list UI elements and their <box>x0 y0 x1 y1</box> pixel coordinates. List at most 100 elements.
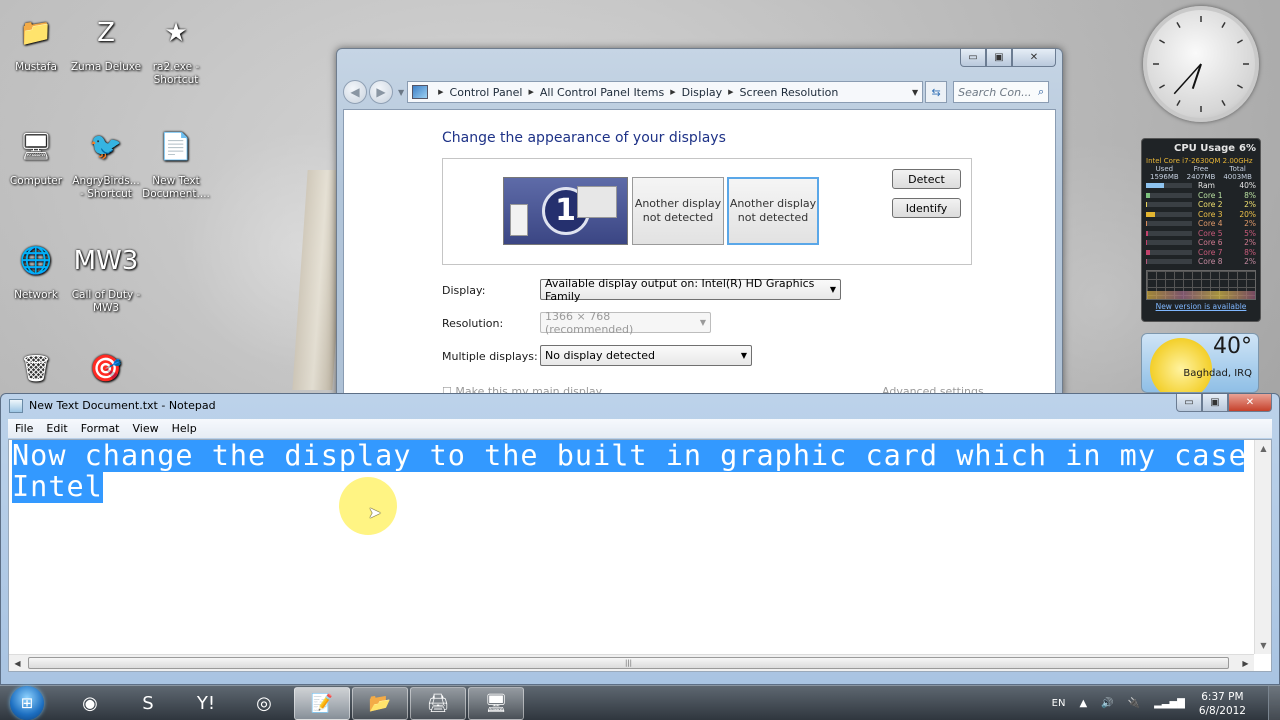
desktop-icon-label: Network <box>14 289 58 301</box>
cpu-row-value: 2% <box>1244 200 1256 210</box>
language-indicator[interactable]: EN <box>1052 698 1066 709</box>
address-bar[interactable]: ▶ Control Panel ▶ All Control Panel Item… <box>407 81 924 103</box>
horizontal-scroll-thumb[interactable]: ||| <box>28 657 1229 669</box>
resolution-select[interactable]: 1366 × 768 (recommended) ▼ <box>540 310 711 336</box>
clock-tick <box>1221 22 1226 29</box>
scroll-down-icon[interactable]: ▼ <box>1255 637 1272 654</box>
taskbar-button[interactable]: S <box>120 687 176 720</box>
breadcrumb-control-panel[interactable]: Control Panel <box>450 86 523 99</box>
taskbar-button[interactable]: Y! <box>178 687 234 720</box>
display-select-value: Available display output on: Intel(R) HD… <box>545 276 815 303</box>
desktop-icon[interactable]: 🐦 AngryBirds... - Shortcut <box>70 122 142 201</box>
maximize-button[interactable]: ▣ <box>986 49 1012 67</box>
taskbar-button[interactable]: 🖨 <box>410 686 466 720</box>
control-panel-icon <box>412 85 429 99</box>
cpu-usage-gadget[interactable]: CPU Usage 6% Intel Core i7-2630QM 2.00GH… <box>1141 138 1261 322</box>
cpu-row: Core 2 2% <box>1146 200 1256 210</box>
back-button[interactable]: ◀ <box>343 80 367 104</box>
cpu-row: Core 8 2% <box>1146 257 1256 267</box>
cpu-row-value: 2% <box>1244 257 1256 267</box>
desktop-icon[interactable]: Z Zuma Deluxe <box>70 8 142 74</box>
network-icon: 🌐 <box>19 245 53 276</box>
desktop-icon[interactable]: 🎯 <box>70 344 142 397</box>
forward-button[interactable]: ▶ <box>369 80 393 104</box>
taskbar-button[interactable]: ◉ <box>62 687 118 720</box>
address-dropdown-icon[interactable]: ▼ <box>912 88 918 97</box>
weather-temperature: 40° <box>1213 334 1252 359</box>
display-select[interactable]: Available display output on: Intel(R) HD… <box>540 276 841 303</box>
vertical-scrollbar[interactable]: ▲ ▼ <box>1254 440 1271 654</box>
taskbar-button[interactable]: ◎ <box>236 687 292 720</box>
volume-icon[interactable]: 🔊 <box>1101 698 1113 709</box>
monitor-arrangement: 1 Another display not detected Another d… <box>442 158 972 265</box>
notepad-titlebar[interactable]: New Text Document.txt - Notepad <box>1 394 1279 417</box>
detect-button[interactable]: Detect <box>892 169 961 189</box>
horizontal-scrollbar[interactable]: ◀ ||| ▶ <box>9 654 1254 671</box>
menu-help[interactable]: Help <box>165 422 203 435</box>
menu-file[interactable]: File <box>8 422 39 435</box>
weather-location: Baghdad, IRQ <box>1183 368 1252 379</box>
scroll-up-icon[interactable]: ▲ <box>1255 440 1272 457</box>
desktop-icon[interactable]: 🌐 Network <box>0 236 72 302</box>
breadcrumb-separator: ▶ <box>528 88 534 96</box>
usage-bar-fill <box>1146 202 1148 208</box>
weather-gadget[interactable]: 40° Baghdad, IRQ <box>1141 333 1259 393</box>
usage-bar <box>1146 240 1192 246</box>
desktop-icon[interactable]: 🗑 <box>0 344 72 397</box>
minimize-button[interactable]: ▭ <box>960 49 986 67</box>
new-version-link[interactable]: New version is available <box>1146 302 1256 311</box>
recent-pages-dropdown[interactable]: ▼ <box>398 88 404 97</box>
breadcrumb-all-items[interactable]: All Control Panel Items <box>540 86 664 99</box>
desktop-icon[interactable]: MW3 Call of Duty - MW3 <box>70 236 142 315</box>
notepad-content[interactable]: Now change the display to the built in g… <box>12 440 1244 658</box>
show-desktop-button[interactable] <box>1268 686 1280 720</box>
search-input[interactable]: Search Con... ⌕ <box>953 81 1050 103</box>
taskbar-button[interactable]: 📝 <box>294 686 350 720</box>
cpu-title: CPU Usage <box>1174 143 1236 154</box>
taskbar-button[interactable]: 📂 <box>352 686 408 720</box>
clock-gadget[interactable] <box>1143 6 1259 122</box>
breadcrumb-display[interactable]: Display <box>682 86 723 99</box>
usage-bar <box>1146 192 1192 198</box>
scroll-right-icon[interactable]: ▶ <box>1237 655 1254 671</box>
scroll-left-icon[interactable]: ◀ <box>9 655 26 671</box>
monitor-3[interactable]: Another display not detected <box>727 177 819 245</box>
power-icon[interactable]: 🔌 <box>1128 698 1140 709</box>
search-icon[interactable]: ⌕ <box>1038 85 1044 99</box>
menu-edit[interactable]: Edit <box>39 422 73 435</box>
usage-bar-fill <box>1146 240 1148 246</box>
taskbar-time: 6:37 PM <box>1201 690 1244 703</box>
breadcrumb-screen-resolution[interactable]: Screen Resolution <box>740 86 839 99</box>
show-hidden-icons-icon[interactable]: ▲ <box>1079 698 1087 709</box>
desktop-icon-label: Zuma Deluxe <box>70 61 142 73</box>
resolution-label: Resolution: <box>442 317 504 330</box>
desktop-icon[interactable]: 📁 Mustafa <box>0 8 72 74</box>
menu-format[interactable]: Format <box>74 422 126 435</box>
minimize-button[interactable]: ▭ <box>1176 394 1202 412</box>
network-signal-icon[interactable]: ▂▃▅▇ <box>1154 698 1185 709</box>
multiple-displays-select[interactable]: No display detected ▼ <box>540 345 752 366</box>
refresh-button[interactable]: ⇆ <box>925 81 948 103</box>
monitor-2[interactable]: Another display not detected <box>632 177 724 245</box>
usage-bar <box>1146 221 1192 227</box>
close-button[interactable]: ✕ <box>1228 394 1272 412</box>
start-button[interactable]: ⊞ <box>10 686 44 720</box>
multiple-displays-value: No display detected <box>545 349 655 362</box>
notepad-text-area[interactable]: Now change the display to the built in g… <box>8 439 1272 672</box>
identify-button[interactable]: Identify <box>892 198 961 218</box>
desktop-icon[interactable]: ★ ra2.exe - Shortcut <box>140 8 212 87</box>
monitor-preview-doc <box>510 204 528 236</box>
desktop-icon[interactable]: 🖥 Computer <box>0 122 72 188</box>
monitor-1[interactable]: 1 <box>503 177 628 245</box>
desktop-icon[interactable]: 📄 New Text Document.... <box>140 122 212 201</box>
taskbar-button[interactable]: 🖥 <box>468 686 524 720</box>
close-button[interactable]: ✕ <box>1012 49 1056 67</box>
taskbar-clock[interactable]: 6:37 PM 6/8/2012 <box>1199 690 1246 718</box>
menu-view[interactable]: View <box>126 422 165 435</box>
breadcrumb-separator: ▶ <box>728 88 734 96</box>
maximize-button[interactable]: ▣ <box>1202 394 1228 412</box>
usage-bar-fill <box>1146 259 1148 265</box>
clock-tick <box>1221 99 1226 106</box>
counter-strike-icon: 🎯 <box>89 353 123 384</box>
angry-birds-icon: 🐦 <box>89 131 123 162</box>
